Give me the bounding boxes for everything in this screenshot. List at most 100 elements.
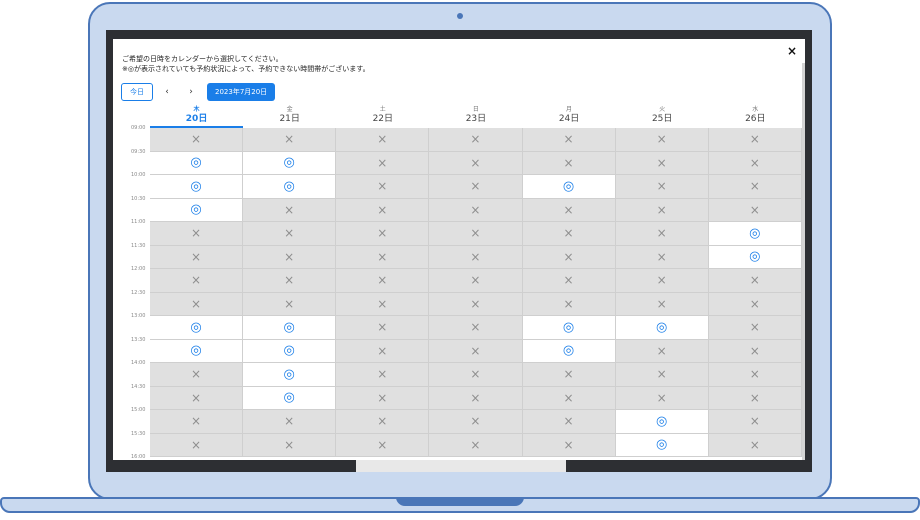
unavailable-slot: ×: [615, 363, 709, 387]
available-slot[interactable]: ◎: [150, 316, 244, 340]
available-slot[interactable]: ◎: [522, 339, 616, 363]
available-slot[interactable]: ◎: [708, 245, 802, 269]
day-weekday: 水: [752, 106, 759, 113]
day-header: 水 26日: [709, 106, 802, 127]
time-slot-row: ◎ ◎ × × ◎ × ×: [150, 175, 802, 199]
available-slot[interactable]: ◎: [615, 316, 709, 340]
unavailable-slot: ×: [243, 198, 337, 222]
unavailable-slot: ×: [615, 198, 709, 222]
unavailable-slot: ×: [522, 198, 616, 222]
calendar-nav: 今日 ‹ › 2023年7月20日: [121, 83, 276, 101]
time-label: 14:30: [131, 383, 146, 390]
available-slot[interactable]: ◎: [243, 386, 337, 410]
unavailable-slot: ×: [522, 386, 616, 410]
unavailable-slot: ×: [615, 269, 709, 293]
unavailable-slot: ×: [336, 363, 430, 387]
unavailable-slot: ×: [429, 245, 523, 269]
unavailable-slot: ×: [429, 222, 523, 246]
camera-dot: [457, 13, 463, 19]
time-slot-row: × × × × × × ×: [150, 128, 802, 152]
unavailable-slot: ×: [615, 151, 709, 175]
unavailable-slot: ×: [243, 292, 337, 316]
time-slot-row: × × × × × × ◎: [150, 245, 802, 269]
day-date: 24日: [558, 114, 580, 124]
day-date: 26日: [745, 114, 766, 124]
available-slot[interactable]: ◎: [243, 316, 337, 340]
unavailable-slot: ×: [429, 433, 523, 457]
unavailable-slot: ×: [522, 128, 616, 152]
unavailable-slot: ×: [243, 269, 337, 293]
unavailable-slot: ×: [429, 363, 523, 387]
today-button[interactable]: 今日: [121, 83, 153, 101]
date-picker-button[interactable]: 2023年7月20日: [207, 83, 276, 101]
available-slot[interactable]: ◎: [243, 175, 337, 199]
unavailable-slot: ×: [708, 198, 802, 222]
unavailable-slot: ×: [336, 386, 430, 410]
time-slot-row: ◎ ◎ × × ◎ ◎ ×: [150, 316, 802, 340]
scrollbar[interactable]: [802, 63, 805, 460]
unavailable-slot: ×: [708, 269, 802, 293]
day-weekday: 金: [286, 106, 293, 113]
unavailable-slot: ×: [615, 245, 709, 269]
day-weekday: 火: [659, 106, 666, 113]
time-label: 12:30: [131, 289, 146, 296]
unavailable-slot: ×: [150, 222, 244, 246]
time-label: 15:30: [131, 430, 146, 437]
available-slot[interactable]: ◎: [522, 175, 616, 199]
time-label: 11:30: [131, 242, 146, 249]
time-label: 13:30: [131, 336, 146, 343]
unavailable-slot: ×: [336, 316, 430, 340]
available-slot[interactable]: ◎: [150, 339, 244, 363]
time-label: 12:00: [131, 266, 146, 272]
available-slot[interactable]: ◎: [150, 151, 244, 175]
day-header: 火 25日: [616, 106, 709, 127]
unavailable-slot: ×: [429, 198, 523, 222]
unavailable-slot: ×: [429, 410, 523, 434]
unavailable-slot: ×: [243, 433, 337, 457]
available-slot[interactable]: ◎: [243, 339, 337, 363]
available-slot[interactable]: ◎: [243, 363, 337, 387]
unavailable-slot: ×: [243, 245, 337, 269]
unavailable-slot: ×: [150, 386, 244, 410]
unavailable-slot: ×: [336, 433, 430, 457]
time-slot-row: × × × × × ◎ ×: [150, 410, 802, 434]
unavailable-slot: ×: [708, 363, 802, 387]
unavailable-slot: ×: [708, 386, 802, 410]
available-slot[interactable]: ◎: [615, 410, 709, 434]
available-slot[interactable]: ◎: [615, 433, 709, 457]
unavailable-slot: ×: [150, 128, 244, 152]
unavailable-slot: ×: [522, 222, 616, 246]
time-label: 13:00: [131, 313, 146, 319]
unavailable-slot: ×: [150, 292, 244, 316]
day-header: 土 22日: [336, 106, 429, 127]
time-label: 09:00: [131, 125, 146, 131]
day-date: 22日: [372, 114, 394, 124]
day-header: 木 20日: [150, 106, 243, 127]
unavailable-slot: ×: [336, 222, 430, 246]
available-slot[interactable]: ◎: [243, 151, 337, 175]
day-weekday: 月: [566, 106, 573, 113]
time-slot-row: × × × × × × ◎: [150, 222, 802, 246]
unavailable-slot: ×: [429, 151, 523, 175]
available-slot[interactable]: ◎: [522, 316, 616, 340]
day-weekday: 土: [379, 106, 386, 113]
unavailable-slot: ×: [522, 410, 616, 434]
time-label: 10:30: [131, 195, 146, 202]
unavailable-slot: ×: [336, 245, 430, 269]
close-icon[interactable]: ×: [787, 44, 797, 58]
unavailable-slot: ×: [615, 222, 709, 246]
day-header-row: 木 20日金 21日土 22日日 23日月 24日火 25日水 26日: [150, 106, 802, 127]
unavailable-slot: ×: [522, 292, 616, 316]
unavailable-slot: ×: [429, 386, 523, 410]
unavailable-slot: ×: [615, 175, 709, 199]
available-slot[interactable]: ◎: [708, 222, 802, 246]
time-label: 11:00: [131, 219, 146, 225]
available-slot[interactable]: ◎: [150, 175, 244, 199]
chevron-left-icon[interactable]: ‹: [157, 87, 177, 97]
available-slot[interactable]: ◎: [150, 198, 244, 222]
unavailable-slot: ×: [522, 151, 616, 175]
unavailable-slot: ×: [429, 292, 523, 316]
chevron-right-icon[interactable]: ›: [181, 87, 201, 97]
time-slot-row: × × × × × ◎ ×: [150, 433, 802, 457]
unavailable-slot: ×: [150, 433, 244, 457]
